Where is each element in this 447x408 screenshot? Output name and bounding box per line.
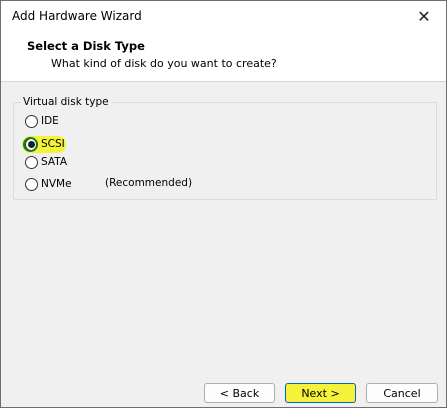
- radio-ide[interactable]: IDE: [25, 113, 59, 129]
- radio-nvme-icon[interactable]: [25, 177, 38, 191]
- window-title: Add Hardware Wizard: [12, 9, 142, 23]
- radio-nvme-label: NVMe: [41, 178, 72, 190]
- back-button[interactable]: < Back: [204, 383, 275, 403]
- radio-ide-icon[interactable]: [25, 114, 38, 128]
- radio-nvme[interactable]: NVMe (Recommended): [25, 176, 325, 192]
- scsi-ring-highlight: [23, 137, 38, 152]
- radio-ide-label: IDE: [41, 115, 59, 127]
- wizard-header: Select a Disk Type What kind of disk do …: [1, 32, 446, 82]
- group-label: Virtual disk type: [21, 96, 111, 108]
- close-icon[interactable]: ✕: [402, 1, 446, 32]
- virtual-disk-type-group: Virtual disk type IDE SCSI SATA NVMe (Re…: [13, 96, 437, 200]
- next-button[interactable]: Next >: [285, 383, 356, 403]
- title-bar: Add Hardware Wizard ✕: [1, 1, 446, 32]
- page-title: Select a Disk Type: [27, 39, 145, 53]
- radio-sata-icon[interactable]: [25, 155, 38, 169]
- radio-scsi-label: SCSI: [41, 138, 65, 150]
- page-subtitle: What kind of disk do you want to create?: [51, 57, 277, 70]
- wizard-window: Add Hardware Wizard ✕ Select a Disk Type…: [0, 0, 447, 408]
- radio-sata[interactable]: SATA: [25, 154, 67, 170]
- radio-sata-label: SATA: [41, 156, 68, 168]
- cancel-button[interactable]: Cancel: [366, 383, 438, 403]
- recommended-note: (Recommended): [105, 177, 193, 189]
